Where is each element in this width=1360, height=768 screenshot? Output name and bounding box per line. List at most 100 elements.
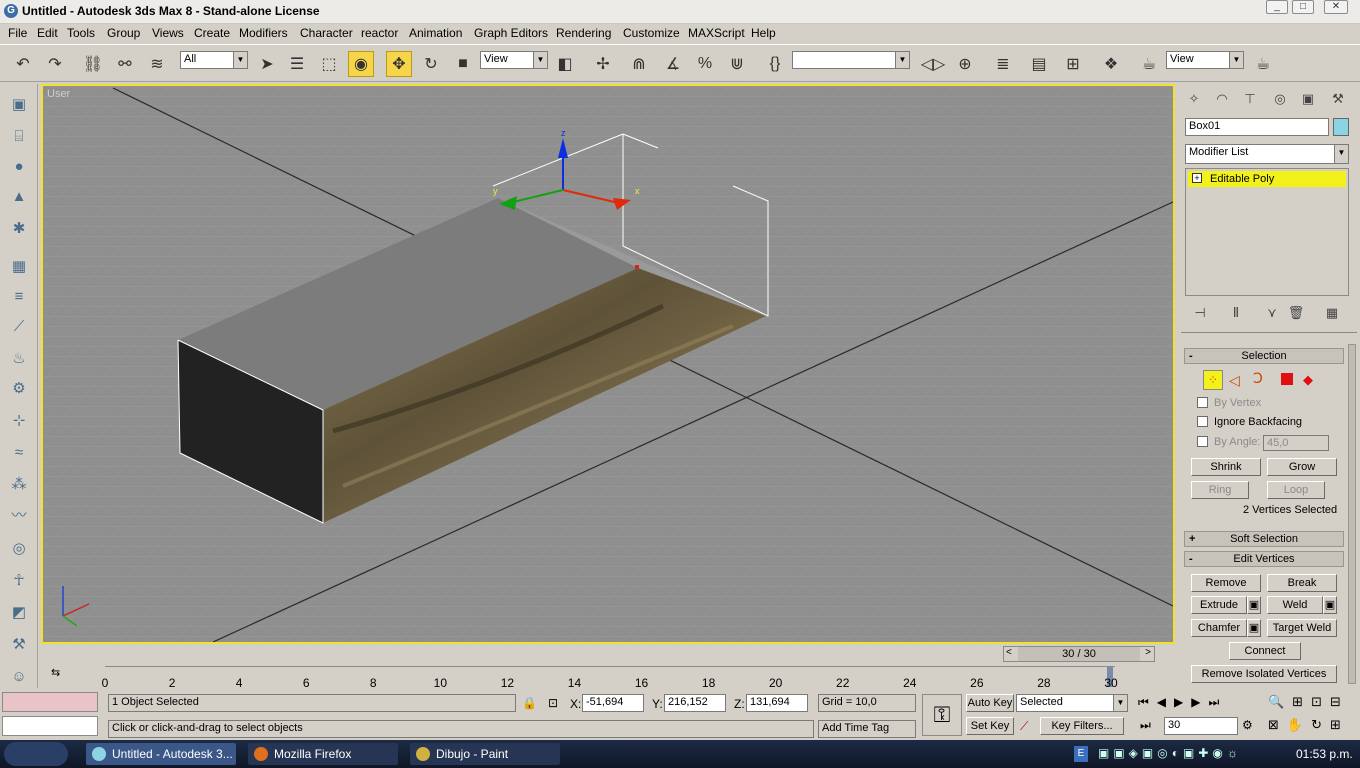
menu-views[interactable]: Views <box>152 26 184 40</box>
layer-manager-icon[interactable]: ≣ <box>990 51 1016 77</box>
display-tab-icon[interactable]: ▣ <box>1297 88 1319 110</box>
set-key-button[interactable]: Set Key <box>966 717 1014 735</box>
angle-snap-icon[interactable]: ∡ <box>660 51 686 77</box>
break-button[interactable]: Break <box>1267 574 1337 592</box>
modify-tab-icon[interactable]: ◠ <box>1211 88 1233 110</box>
percent-snap-icon[interactable]: % <box>692 51 718 77</box>
y-coordinate-field[interactable]: 216,152 <box>664 694 726 712</box>
remove-button[interactable]: Remove <box>1191 574 1261 592</box>
menu-modifiers[interactable]: Modifiers <box>239 26 288 40</box>
vertex-mode-icon[interactable]: ⁘ <box>1203 370 1223 390</box>
curve-editor-icon[interactable]: ▤ <box>1026 51 1052 77</box>
menu-group[interactable]: Group <box>107 26 140 40</box>
cylinder-icon[interactable]: ⌸ <box>7 124 31 148</box>
cube-icon[interactable]: ◩ <box>7 600 31 624</box>
target-weld-button[interactable]: Target Weld <box>1267 619 1337 637</box>
modifier-list-dropdown[interactable]: Modifier List ▼ <box>1185 144 1349 164</box>
edit-vertices-rollout-header[interactable]: - Edit Vertices <box>1184 551 1344 567</box>
connect-button[interactable]: Connect <box>1229 642 1301 660</box>
close-button[interactable]: ✕ <box>1324 0 1348 14</box>
shrink-button[interactable]: Shrink <box>1191 458 1261 476</box>
object-name-field[interactable]: Box01 <box>1185 118 1329 136</box>
weld-settings-icon[interactable]: ▣ <box>1323 596 1337 614</box>
lock-icon[interactable]: 🔒 <box>522 696 537 710</box>
extrude-settings-icon[interactable]: ▣ <box>1247 596 1261 614</box>
menu-tools[interactable]: Tools <box>67 26 95 40</box>
character-icon[interactable]: ☺ <box>7 664 31 688</box>
menu-file[interactable]: File <box>8 26 27 40</box>
particle-icon[interactable]: ⁂ <box>7 472 31 496</box>
border-mode-icon[interactable]: Ↄ <box>1253 370 1263 387</box>
grid-icon[interactable]: ▦ <box>7 254 31 278</box>
object-color-swatch[interactable] <box>1333 118 1349 136</box>
stack-item-editable-poly[interactable]: + Editable Poly <box>1188 171 1346 187</box>
select-and-link-icon[interactable]: ⛓ <box>80 51 106 77</box>
maxscript-listener-input[interactable] <box>2 716 98 736</box>
maxscript-listener-mini[interactable] <box>2 692 98 712</box>
utilities-tab-icon[interactable]: ⚒ <box>1327 88 1349 110</box>
configure-sets-icon[interactable]: ▦ <box>1321 302 1343 324</box>
maximize-button[interactable]: □ <box>1292 0 1314 14</box>
select-and-manipulate-icon[interactable]: ✢ <box>590 51 616 77</box>
menu-animation[interactable]: Animation <box>409 26 462 40</box>
polygon-mode-icon[interactable] <box>1281 373 1293 385</box>
edge-mode-icon[interactable]: ◁ <box>1229 372 1240 389</box>
angle-spinner[interactable]: 45,0 <box>1263 435 1329 451</box>
loop-button[interactable]: Loop <box>1267 481 1325 499</box>
hierarchy-tab-icon[interactable]: ⊤ <box>1239 88 1261 110</box>
x-coordinate-field[interactable]: -51,694 <box>582 694 644 712</box>
gear-icon[interactable]: ⚙ <box>7 376 31 400</box>
menu-maxscript[interactable]: MAXScript <box>688 26 745 40</box>
sphere-icon[interactable]: ● <box>7 154 31 178</box>
select-by-name-icon[interactable]: ☰ <box>284 51 310 77</box>
menu-reactor[interactable]: reactor <box>361 26 398 40</box>
redo-icon[interactable]: ↷ <box>42 51 68 77</box>
waves-icon[interactable]: 〰 <box>7 502 31 526</box>
ring-icon[interactable]: ◎ <box>7 536 31 560</box>
show-end-result-icon[interactable]: Ⅱ <box>1225 302 1247 324</box>
menu-customize[interactable]: Customize <box>623 26 680 40</box>
pin-stack-icon[interactable]: ⊣ <box>1189 302 1211 324</box>
lamp-icon[interactable]: ♨ <box>7 346 31 370</box>
hammer-icon[interactable]: ⚒ <box>7 632 31 656</box>
motion-tab-icon[interactable]: ◎ <box>1269 88 1291 110</box>
menu-rendering[interactable]: Rendering <box>556 26 611 40</box>
biped-icon[interactable]: ☥ <box>7 568 31 592</box>
rectangular-selection-icon[interactable]: ⬚ <box>316 51 342 77</box>
edit-named-selection-icon[interactable]: {} <box>762 51 788 77</box>
helper-icon[interactable]: ⊹ <box>7 408 31 432</box>
reference-coordinate-dropdown[interactable]: View ▼ <box>480 51 548 69</box>
material-editor-icon[interactable]: ❖ <box>1098 51 1124 77</box>
time-slider[interactable]: < 30 / 30 > <box>1003 646 1155 662</box>
app-icon[interactable]: G <box>4 4 18 18</box>
window-crossing-icon[interactable]: ◉ <box>348 51 374 77</box>
render-scene-icon[interactable]: ☕ <box>1136 51 1162 77</box>
wind-icon[interactable]: ≈ <box>7 440 31 464</box>
auto-key-button[interactable]: Auto Key <box>966 694 1014 712</box>
remove-isolated-vertices-button[interactable]: Remove Isolated Vertices <box>1191 665 1337 683</box>
select-object-icon[interactable]: ➤ <box>254 51 280 77</box>
render-type-dropdown[interactable]: View ▼ <box>1166 51 1244 69</box>
bind-to-space-warp-icon[interactable]: ≋ <box>144 51 170 77</box>
selection-filter-dropdown[interactable]: All ▼ <box>180 51 248 69</box>
cone-icon[interactable]: ▲ <box>7 184 31 208</box>
viewport-nav-row2[interactable]: ⊠✋↻⊞ <box>1268 717 1349 733</box>
element-mode-icon[interactable]: ◆ <box>1303 372 1313 388</box>
task-paint[interactable]: Dibujo - Paint <box>410 743 560 765</box>
quick-render-icon[interactable]: ☕ <box>1250 51 1276 77</box>
language-indicator[interactable]: E <box>1074 746 1088 762</box>
time-config-icon[interactable]: ⚙ <box>1242 718 1253 732</box>
viewport-nav-row1[interactable]: 🔍⊞⊡⊟ <box>1268 694 1349 710</box>
chamfer-settings-icon[interactable]: ▣ <box>1247 619 1261 637</box>
time-slider-thumb[interactable]: 30 / 30 <box>1018 647 1140 661</box>
start-button[interactable] <box>4 742 68 766</box>
ring-button[interactable]: Ring <box>1191 481 1249 499</box>
box-primitive-icon[interactable]: ▣ <box>7 92 31 116</box>
key-filters-button[interactable]: Key Filters... <box>1040 717 1124 735</box>
playback-controls[interactable]: ⏮◀▶▶⏭ <box>1138 695 1227 710</box>
snaps-toggle-icon[interactable]: ⋒ <box>626 51 652 77</box>
default-tangent-icon[interactable]: ⟋ <box>1020 719 1028 734</box>
use-pivot-center-icon[interactable]: ◧ <box>552 51 578 77</box>
undo-icon[interactable]: ↶ <box>10 51 36 77</box>
menu-character[interactable]: Character <box>300 26 353 40</box>
